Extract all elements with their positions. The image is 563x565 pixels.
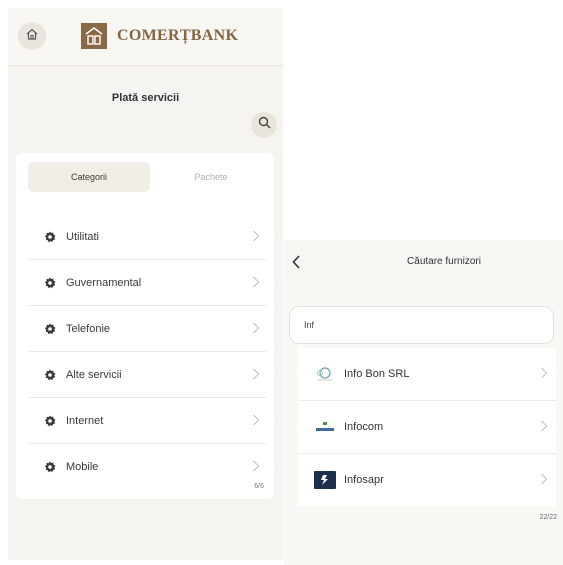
gear-icon xyxy=(42,275,58,291)
gear-icon xyxy=(42,367,58,383)
search-icon xyxy=(258,116,271,134)
provider-name: Infocom xyxy=(344,421,384,433)
tab-bar: Categorii Pachete xyxy=(28,162,272,192)
search-button[interactable] xyxy=(251,112,277,138)
services-screen: COMERȚBANK Plată servicii Categorii Pach… xyxy=(8,8,283,560)
category-item-mobile[interactable]: Mobile xyxy=(28,444,266,489)
chevron-right-icon xyxy=(252,413,260,431)
chevron-right-icon xyxy=(252,459,260,477)
gear-icon xyxy=(42,413,58,429)
provider-item-infosapr[interactable]: Infosapr xyxy=(298,454,556,506)
chevron-right-icon xyxy=(252,367,260,385)
search-input-value: Inf xyxy=(304,320,315,330)
bank-logo-icon xyxy=(81,23,107,49)
tab-categorii[interactable]: Categorii xyxy=(28,162,150,192)
category-label: Internet xyxy=(66,414,104,427)
category-item-guvernamental[interactable]: Guvernamental xyxy=(28,260,266,306)
info-bon-logo xyxy=(314,365,336,383)
infosapr-logo xyxy=(314,471,336,489)
category-item-telefonie[interactable]: Telefonie xyxy=(28,306,266,352)
gear-icon xyxy=(42,459,58,475)
list-count: 6/6 xyxy=(254,483,264,490)
category-label: Guvernamental xyxy=(66,276,142,289)
categories-panel: Categorii Pachete Utilitati Guvernamenta… xyxy=(16,153,274,499)
tab-pachete[interactable]: Pachete xyxy=(150,162,272,192)
category-item-utilitati[interactable]: Utilitati xyxy=(28,214,266,260)
header: Căutare furnizori xyxy=(284,240,563,286)
brand-name: COMERȚBANK xyxy=(117,27,239,44)
category-item-internet[interactable]: Internet xyxy=(28,398,266,444)
provider-list: Info Bon SRL Infocom Infosapr xyxy=(298,348,556,506)
back-button[interactable] xyxy=(291,254,307,272)
gear-icon xyxy=(42,321,58,337)
chevron-right-icon xyxy=(540,366,548,384)
chevron-right-icon xyxy=(252,321,260,339)
category-item-alte-servicii[interactable]: Alte servicii xyxy=(28,352,266,398)
chevron-right-icon xyxy=(540,419,548,437)
provider-item-infocom[interactable]: Infocom xyxy=(298,401,556,454)
category-label: Mobile xyxy=(66,460,99,473)
chevron-right-icon xyxy=(252,229,260,247)
brand-logo: COMERȚBANK xyxy=(81,23,238,49)
category-label: Utilitati xyxy=(66,230,100,243)
results-count: 22/22 xyxy=(539,514,557,521)
provider-item-info-bon-srl[interactable]: Info Bon SRL xyxy=(298,348,556,401)
page-title: Plată servicii xyxy=(111,92,180,104)
chevron-right-icon xyxy=(252,275,260,293)
search-input[interactable]: Inf xyxy=(289,306,554,344)
top-bar: COMERȚBANK xyxy=(8,8,283,66)
search-body: Inf Info Bon SRL Infocom Infosapr 22/22 xyxy=(284,286,563,565)
category-list: Utilitati Guvernamental Telefonie Alte s… xyxy=(28,214,266,489)
chevron-right-icon xyxy=(540,472,548,490)
home-icon xyxy=(25,27,39,46)
provider-name: Info Bon SRL xyxy=(344,368,410,380)
page-title: Căutare furnizori xyxy=(407,256,481,267)
category-label: Telefonie xyxy=(66,322,111,335)
category-label: Alte servicii xyxy=(66,368,122,381)
home-button[interactable] xyxy=(18,22,46,50)
provider-search-screen: Căutare furnizori Inf Info Bon SRL Infoc… xyxy=(284,240,563,565)
infocom-logo xyxy=(314,418,336,436)
provider-name: Infosapr xyxy=(344,474,384,486)
chevron-left-icon xyxy=(291,255,301,274)
gear-icon xyxy=(42,229,58,245)
